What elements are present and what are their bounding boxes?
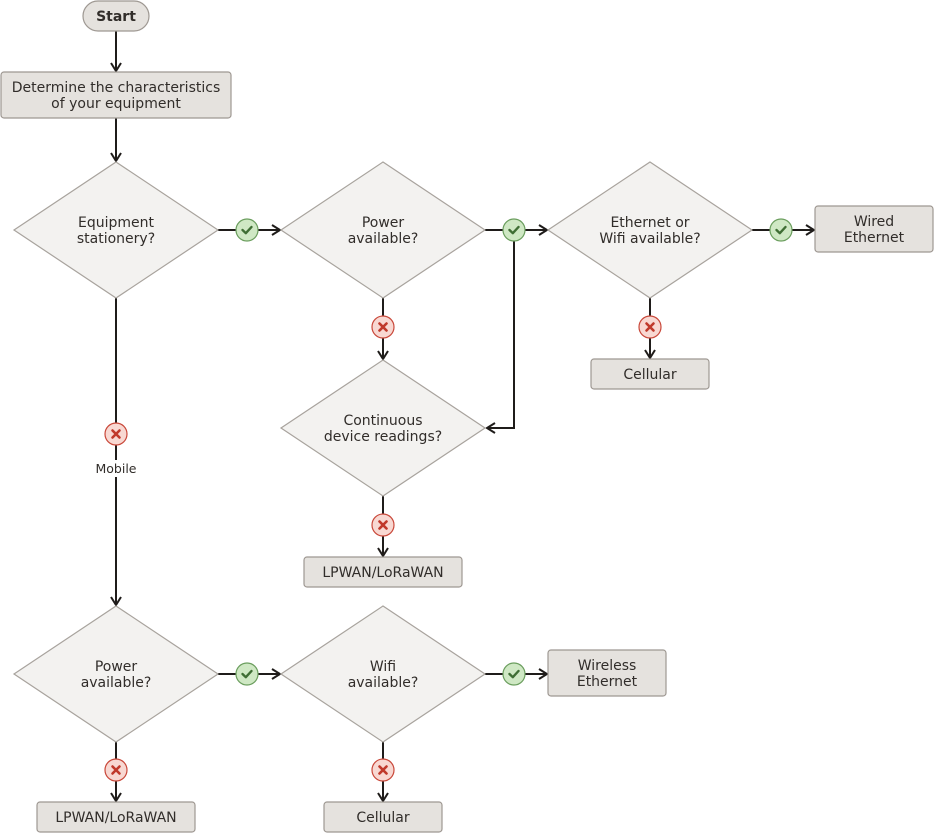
flowchart: Start Determine the characteristicsof you…	[0, 0, 934, 833]
no-x-icon	[371, 513, 395, 537]
yes-check-icon	[502, 662, 526, 686]
yes-check-icon	[502, 218, 526, 242]
node-cellular2: Cellular	[323, 801, 443, 833]
node-label: Wifi	[370, 659, 396, 675]
node-cellular1: Cellular	[590, 358, 710, 390]
node-label: stationery?	[77, 231, 155, 247]
node-label: Determine the characteristics	[12, 80, 221, 96]
nodes-layer: Start Determine the characteristicsof you…	[0, 0, 934, 833]
node-label: device readings?	[324, 429, 442, 445]
node-label: Cellular	[356, 810, 410, 826]
node-label: Ethernet	[844, 230, 905, 246]
node-determine: Determine the characteristicsof your equ…	[0, 71, 232, 119]
node-label: Wifi available?	[599, 231, 700, 247]
node-label: LPWAN/LoRaWAN	[322, 565, 443, 581]
edge-label-mobile: Mobile	[95, 461, 136, 476]
node-label: Continuous	[343, 413, 422, 429]
node-ethwifi: Ethernet orWifi available?	[546, 161, 754, 299]
node-wifi: Wifiavailable?	[279, 605, 487, 743]
node-label: of your equipment	[51, 96, 181, 112]
node-lpwan1: LPWAN/LoRaWAN	[303, 556, 463, 588]
node-lpwan2: LPWAN/LoRaWAN	[36, 801, 196, 833]
node-label: Power	[95, 659, 138, 675]
no-x-icon	[371, 758, 395, 782]
yes-check-icon	[769, 218, 793, 242]
node-stationary: Equipmentstationery?	[12, 161, 220, 299]
node-label: Power	[362, 215, 405, 231]
node-label: Ethernet or	[610, 215, 689, 231]
node-power1: Poweravailable?	[279, 161, 487, 299]
node-label: Cellular	[623, 367, 677, 383]
node-label: Equipment	[78, 215, 155, 231]
no-x-icon	[104, 758, 128, 782]
node-label: available?	[81, 675, 152, 691]
node-start: Start	[82, 0, 150, 32]
no-x-icon	[104, 422, 128, 446]
node-continuous: Continuousdevice readings?	[279, 359, 487, 497]
node-power2: Poweravailable?	[12, 605, 220, 743]
no-x-icon	[371, 315, 395, 339]
yes-check-icon	[235, 218, 259, 242]
yes-check-icon	[235, 662, 259, 686]
node-label: LPWAN/LoRaWAN	[55, 810, 176, 826]
node-wired: WiredEthernet	[814, 205, 934, 253]
node-label: Ethernet	[577, 674, 638, 690]
node-label: available?	[348, 231, 419, 247]
node-label: available?	[348, 675, 419, 691]
node-label: Start	[96, 9, 136, 25]
edge-power1-continuous-yes	[485, 241, 515, 434]
node-label: Wireless	[578, 658, 637, 674]
node-wireless: WirelessEthernet	[547, 649, 667, 697]
no-x-icon	[638, 315, 662, 339]
node-label: Wired	[854, 214, 894, 230]
